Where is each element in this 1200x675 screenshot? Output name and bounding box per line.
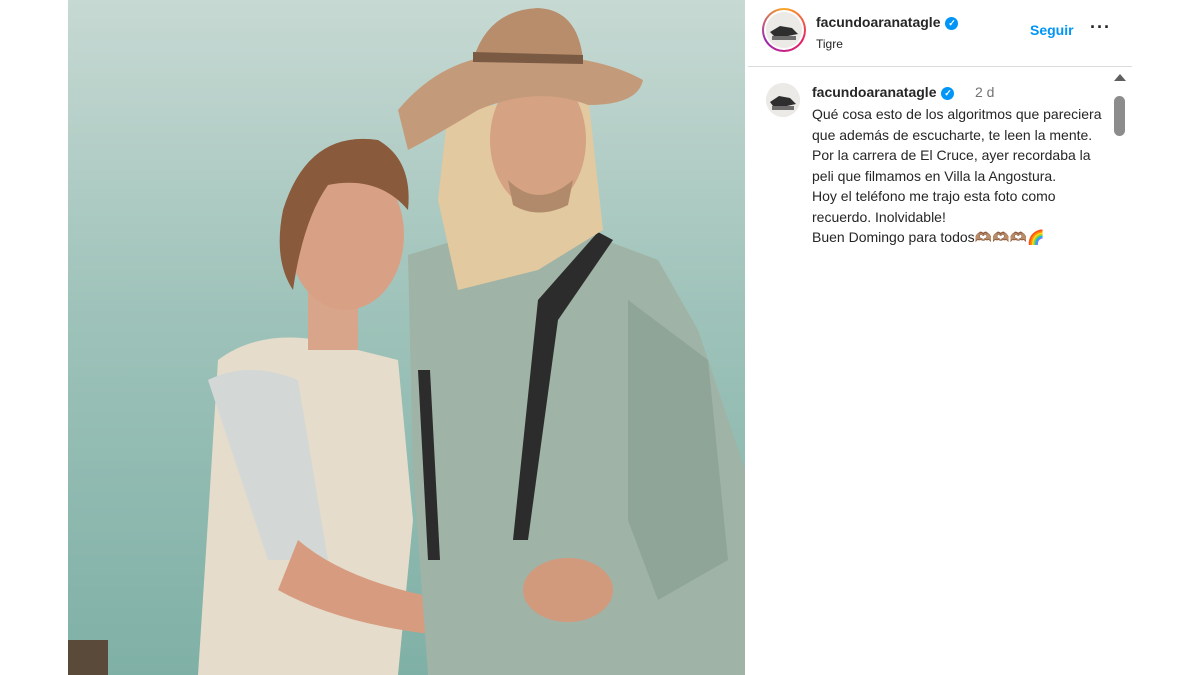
location-link[interactable]: Tigre — [816, 37, 843, 51]
follow-button[interactable]: Seguir — [1030, 22, 1074, 38]
story-ring[interactable] — [762, 8, 806, 52]
caption-line: Por la carrera de El Cruce, ayer recorda… — [812, 147, 1091, 184]
post-photo[interactable] — [68, 0, 745, 675]
caption-line: Buen Domingo para todos🫶🏽🫶🏽🫶🏽🌈 — [812, 229, 1045, 245]
caption-avatar[interactable] — [766, 83, 800, 117]
verified-badge-icon: ✓ — [945, 16, 959, 30]
username-link[interactable]: facundoaranatagle ✓ — [816, 14, 959, 30]
caption-line: Qué cosa esto de los algoritmos que pare… — [812, 106, 1102, 143]
caption-username-link[interactable]: facundoaranatagle ✓ — [812, 84, 955, 100]
scroll-up-arrow-icon[interactable] — [1114, 74, 1126, 81]
avatar-image — [766, 12, 802, 48]
scrollbar-thumb[interactable] — [1114, 96, 1125, 136]
caption-line: Hoy el teléfono me trajo esta foto como … — [812, 188, 1056, 225]
post-header: facundoaranatagle ✓ Tigre Seguir ··· — [748, 0, 1132, 67]
caption-username-text[interactable]: facundoaranatagle — [812, 84, 936, 100]
verified-badge-icon: ✓ — [941, 86, 955, 100]
more-options-icon[interactable]: ··· — [1090, 17, 1111, 38]
caption-text: Qué cosa esto de los algoritmos que pare… — [812, 104, 1102, 248]
caption-avatar-image — [766, 83, 800, 117]
post-side-panel: facundoaranatagle ✓ Tigre Seguir ··· facu… — [748, 0, 1132, 675]
post-photo-image — [68, 0, 745, 675]
caption-timestamp[interactable]: 2 d — [975, 84, 994, 100]
avatar — [766, 12, 802, 48]
username-text[interactable]: facundoaranatagle — [816, 14, 940, 30]
